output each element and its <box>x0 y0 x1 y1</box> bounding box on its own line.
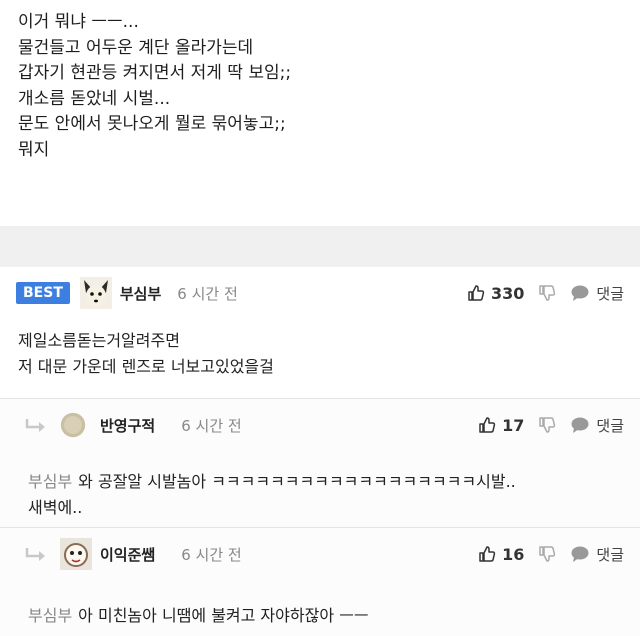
comment-actions: 16 댓글 <box>478 528 624 580</box>
mention-tag[interactable]: 부심부 <box>28 606 72 625</box>
best-badge: BEST <box>16 282 70 304</box>
reply-arrow-icon <box>25 548 45 561</box>
like-count: 16 <box>502 544 525 564</box>
dislike-button[interactable] <box>538 545 556 563</box>
thumbs-down-icon <box>539 285 556 301</box>
reply-label: 댓글 <box>596 545 624 564</box>
like-count: 330 <box>490 283 525 303</box>
mention-tag[interactable]: 부심부 <box>28 472 72 491</box>
post-line: 뭐지 <box>18 139 50 160</box>
comment-body: 제일소름돋는거알려주면 저 대문 가운데 렌즈로 너보고있었을걸 <box>18 328 274 380</box>
speech-bubble-icon <box>571 546 589 562</box>
post-text: 이거 뭐냐 ㅡㅡ... 물건들고 어두운 계단 올라가는데 갑자기 현관등 켜지… <box>18 10 291 163</box>
comment-body: 부심부 와 공잘알 시발놈아 ㅋㅋㅋㅋㅋㅋㅋㅋㅋㅋㅋㅋㅋㅋㅋㅋㅋㅋ시발.. 새벽에… <box>28 469 516 521</box>
comment-line: 부심부 와 공잘알 시발놈아 ㅋㅋㅋㅋㅋㅋㅋㅋㅋㅋㅋㅋㅋㅋㅋㅋㅋㅋ시발.. <box>28 469 516 495</box>
comment-author[interactable]: 이익준쌤 <box>100 544 155 565</box>
reply-label: 댓글 <box>596 284 624 303</box>
comment-line: 부심부 아 미친놈아 니땜에 불켜고 자야하잖아 ㅡㅡ <box>28 603 369 629</box>
reply-button[interactable]: 댓글 <box>570 283 624 304</box>
like-button[interactable]: 330 <box>467 284 524 303</box>
comment-actions: 17 댓글 <box>478 399 624 451</box>
post-line: 개소름 돋았네 시벌... <box>18 88 171 109</box>
reply-comment: 이익준쌤 6 시간 전 16 댓글 부심부 아 미친놈아 니땜에 불켜고 자야하잖… <box>0 527 640 636</box>
comment-time: 6 시간 전 <box>177 284 238 303</box>
reply-button[interactable]: 댓글 <box>570 544 624 565</box>
section-divider <box>0 226 640 267</box>
thumbs-up-icon <box>479 417 496 433</box>
reply-comment: 반영구적 6 시간 전 17 댓글 부심부 와 공잘알 시발놈아 ㅋㅋㅋㅋㅋㅋㅋㅋ… <box>0 398 640 528</box>
post-line: 물건들고 어두운 계단 올라가는데 <box>18 37 254 58</box>
avatar[interactable] <box>60 412 86 438</box>
best-comment: BEST 부심부 6 시간 전 330 댓글 제일소름돋는거알려주면 저 대문 … <box>0 267 640 398</box>
comment-header: 이익준쌤 6 시간 전 <box>24 528 242 580</box>
reply-button[interactable]: 댓글 <box>570 415 624 436</box>
like-count: 17 <box>502 415 525 435</box>
comment-line: 제일소름돋는거알려주면 <box>18 331 180 350</box>
reply-arrow-icon <box>25 419 45 432</box>
thumbs-up-icon <box>479 546 496 562</box>
thumbs-up-icon <box>468 285 485 301</box>
comment-time: 6 시간 전 <box>181 416 242 435</box>
avatar[interactable] <box>60 538 92 570</box>
comment-header: BEST 부심부 6 시간 전 <box>16 267 238 319</box>
comment-line: 저 대문 가운데 렌즈로 너보고있었을걸 <box>18 357 274 376</box>
avatar[interactable] <box>79 277 112 309</box>
thumbs-down-icon <box>539 546 556 562</box>
comment-author[interactable]: 부심부 <box>120 283 161 304</box>
like-button[interactable]: 16 <box>478 545 524 564</box>
dislike-button[interactable] <box>538 284 556 302</box>
comment-text: 와 공잘알 시발놈아 ㅋㅋㅋㅋㅋㅋㅋㅋㅋㅋㅋㅋㅋㅋㅋㅋㅋㅋ시발.. <box>78 472 516 491</box>
post-content: 이거 뭐냐 ㅡㅡ... 물건들고 어두운 계단 올라가는데 갑자기 현관등 켜지… <box>0 0 640 226</box>
comment-text: 아 미친놈아 니땜에 불켜고 자야하잖아 ㅡㅡ <box>78 606 369 625</box>
speech-bubble-icon <box>571 285 589 301</box>
comment-body: 부심부 아 미친놈아 니땜에 불켜고 자야하잖아 ㅡㅡ <box>28 603 369 629</box>
reply-label: 댓글 <box>596 416 624 435</box>
comment-author[interactable]: 반영구적 <box>100 415 155 436</box>
post-line: 이거 뭐냐 ㅡㅡ... <box>18 12 139 32</box>
like-button[interactable]: 17 <box>478 416 524 435</box>
comment-line: 새벽에.. <box>28 498 83 517</box>
speech-bubble-icon <box>571 417 589 433</box>
comment-header: 반영구적 6 시간 전 <box>24 399 242 451</box>
comment-time: 6 시간 전 <box>181 545 242 564</box>
comment-actions: 330 댓글 <box>467 267 624 319</box>
dislike-button[interactable] <box>538 416 556 434</box>
post-line: 갑자기 현관등 켜지면서 저게 딱 보임;; <box>18 63 292 83</box>
post-line: 문도 안에서 못나오게 뭘로 묶어놓고;; <box>18 114 286 134</box>
thumbs-down-icon <box>539 417 556 433</box>
